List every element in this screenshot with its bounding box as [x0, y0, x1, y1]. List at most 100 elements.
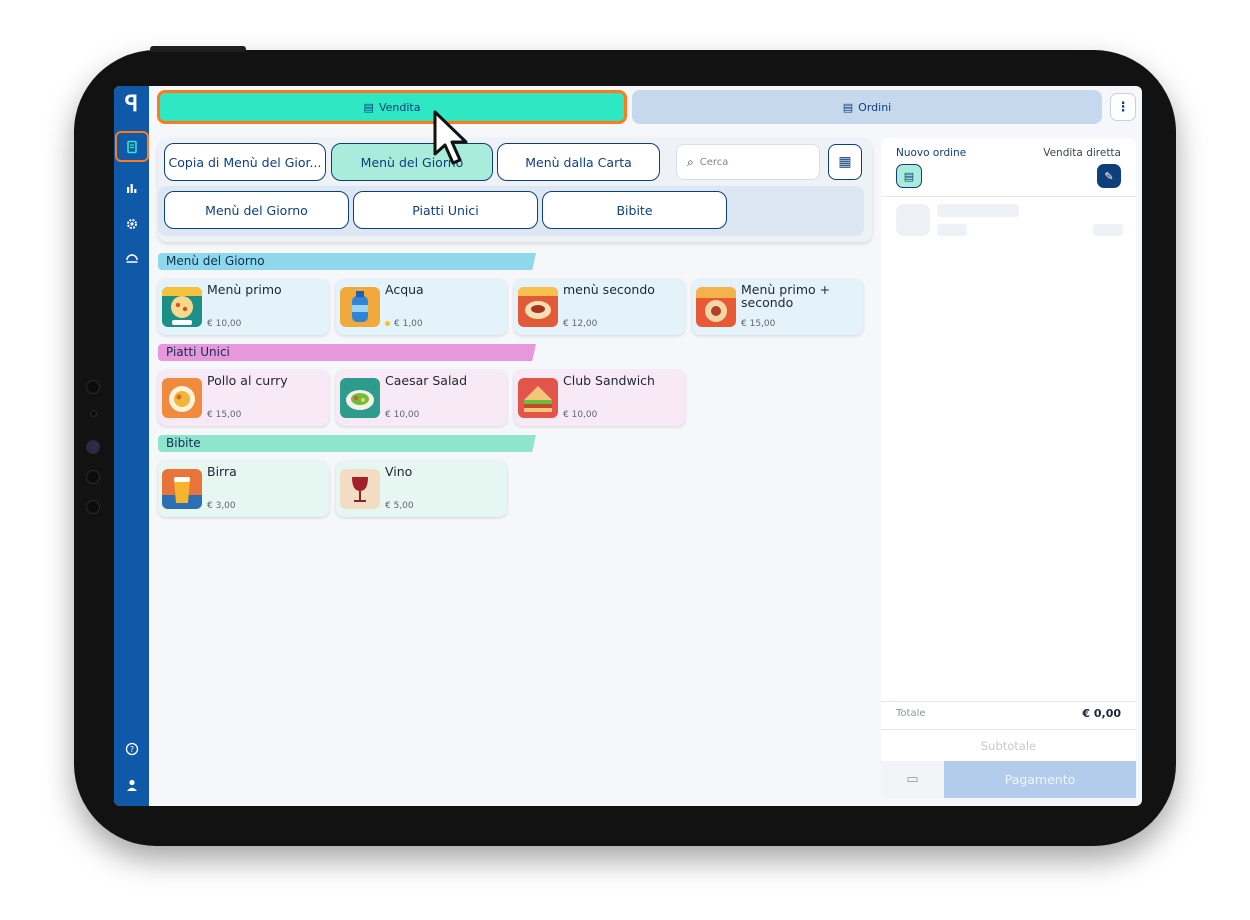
product-name: Vino — [385, 464, 413, 479]
skeleton-line — [937, 204, 1019, 217]
left-sidebar: ꟼ ? — [114, 86, 149, 806]
product-name: menù secondo — [563, 282, 655, 297]
section-header-menu-giorno: Menù del Giorno — [158, 253, 536, 270]
product-image — [696, 287, 736, 327]
product-card[interactable]: Club Sandwich € 10,00 — [514, 370, 685, 426]
new-order-label: Nuovo ordine — [896, 147, 967, 159]
skeleton-thumb — [896, 204, 930, 236]
new-order-button[interactable]: ▤ — [896, 164, 922, 188]
subcategory-bibite[interactable]: Bibite — [542, 191, 727, 229]
skeleton-line — [1093, 224, 1123, 236]
tablet-icon: ▤ — [903, 169, 915, 183]
divider — [881, 196, 1136, 197]
product-image — [162, 378, 202, 418]
camera-lens — [86, 440, 100, 454]
menu-book-icon — [125, 253, 138, 263]
nav-profile[interactable] — [118, 771, 145, 798]
product-card[interactable]: Acqua € 1,00 — [336, 279, 507, 335]
nav-help[interactable]: ? — [118, 735, 145, 762]
product-name: Menù primo + secondo — [741, 282, 831, 310]
help-icon: ? — [125, 742, 138, 755]
svg-text:?: ? — [129, 745, 133, 754]
total-label: Totale — [896, 708, 926, 719]
product-image — [340, 287, 380, 327]
subtotal-button[interactable]: Subtotale — [881, 729, 1136, 762]
settings-icon — [126, 218, 137, 229]
pencil-icon: ✎ — [1104, 169, 1114, 183]
product-name: Pollo al curry — [207, 373, 288, 388]
search-icon: ⌕ — [687, 154, 694, 169]
product-price: € 15,00 — [207, 410, 242, 420]
tab-vendita[interactable]: ▤ Vendita — [157, 90, 627, 124]
calculator-icon: ▦ — [838, 154, 852, 170]
product-image — [518, 378, 558, 418]
skeleton-line — [937, 224, 967, 236]
credit-card-icon: ▭ — [906, 772, 919, 787]
mouse-cursor-icon — [433, 110, 468, 165]
card-payment-button[interactable]: ▭ — [881, 761, 944, 798]
product-price: € 10,00 — [563, 410, 598, 420]
user-icon — [126, 779, 137, 791]
subcategory-menu-giorno[interactable]: Menù del Giorno — [164, 191, 349, 229]
tab-ordini[interactable]: ▤ Ordini — [632, 90, 1102, 124]
nav-settings[interactable] — [118, 210, 145, 237]
product-price: € 5,00 — [385, 501, 414, 511]
nav-sales[interactable] — [115, 131, 149, 162]
product-image — [340, 378, 380, 418]
product-card[interactable]: menù secondo € 12,00 — [514, 279, 685, 335]
status-dot — [385, 321, 390, 326]
search-placeholder: Cerca — [699, 156, 729, 168]
sensor-dot — [86, 470, 100, 484]
product-card[interactable]: Menù primo + secondo € 15,00 — [692, 279, 863, 335]
product-image — [162, 287, 202, 327]
product-name: Club Sandwich — [563, 373, 655, 388]
nav-statistics[interactable] — [118, 174, 145, 201]
product-card[interactable]: Pollo al curry € 15,00 — [158, 370, 329, 426]
product-name: Menù primo — [207, 282, 282, 297]
divider — [881, 701, 1136, 702]
product-image — [340, 469, 380, 509]
app-logo: ꟼ — [124, 92, 139, 117]
product-name: Acqua — [385, 282, 424, 297]
product-price: € 10,00 — [207, 319, 242, 329]
category-copy-menu[interactable]: Copia di Menù del Gior... — [164, 143, 326, 181]
product-price: € 12,00 — [563, 319, 598, 329]
section-header-piatti-unici: Piatti Unici — [158, 344, 536, 361]
product-image — [162, 469, 202, 509]
tablet-button — [196, 46, 244, 52]
tab-vendita-label: Vendita — [378, 100, 421, 114]
product-price: € 3,00 — [207, 501, 236, 511]
sensor-dot — [86, 500, 100, 514]
total-value: € 0,00 — [1082, 707, 1121, 720]
product-name: Caesar Salad — [385, 373, 468, 388]
product-card[interactable]: Vino € 5,00 — [336, 461, 507, 517]
product-price: € 10,00 — [385, 410, 420, 420]
category-menu-carta[interactable]: Menù dalla Carta — [497, 143, 660, 181]
product-price: € 15,00 — [741, 319, 776, 329]
sensor-dot — [90, 410, 97, 417]
more-options-button[interactable]: ⋮ — [1110, 93, 1136, 121]
product-card[interactable]: Birra € 3,00 — [158, 461, 329, 517]
search-input[interactable]: ⌕ Cerca — [676, 144, 820, 180]
direct-sale-label: Vendita diretta — [1043, 147, 1121, 159]
tablet-icon: ▤ — [363, 100, 374, 114]
camera-dot — [86, 380, 100, 394]
receipt-icon — [127, 140, 137, 153]
orders-icon: ▤ — [842, 100, 854, 114]
subcategory-piatti-unici[interactable]: Piatti Unici — [353, 191, 538, 229]
section-header-bibite: Bibite — [158, 435, 536, 452]
product-image — [518, 287, 558, 327]
pay-button[interactable]: Pagamento — [944, 761, 1136, 798]
calculator-button[interactable]: ▦ — [828, 144, 862, 180]
kebab-icon: ⋮ — [1116, 99, 1130, 115]
edit-button[interactable]: ✎ — [1097, 164, 1121, 188]
product-name: Birra — [207, 464, 237, 479]
nav-menu[interactable] — [118, 245, 145, 272]
product-card[interactable]: Caesar Salad € 10,00 — [336, 370, 507, 426]
product-price: € 1,00 — [385, 319, 423, 329]
order-panel: Nuovo ordine Vendita diretta ▤ ✎ Totale … — [881, 138, 1136, 798]
product-card[interactable]: Menù primo € 10,00 — [158, 279, 329, 335]
tab-ordini-label: Ordini — [858, 100, 892, 114]
app-screen: ꟼ ? ▤ Vendita ▤ Ordini ⋮ Copia di Menù d… — [114, 86, 1142, 806]
bar-chart-icon — [126, 183, 136, 193]
